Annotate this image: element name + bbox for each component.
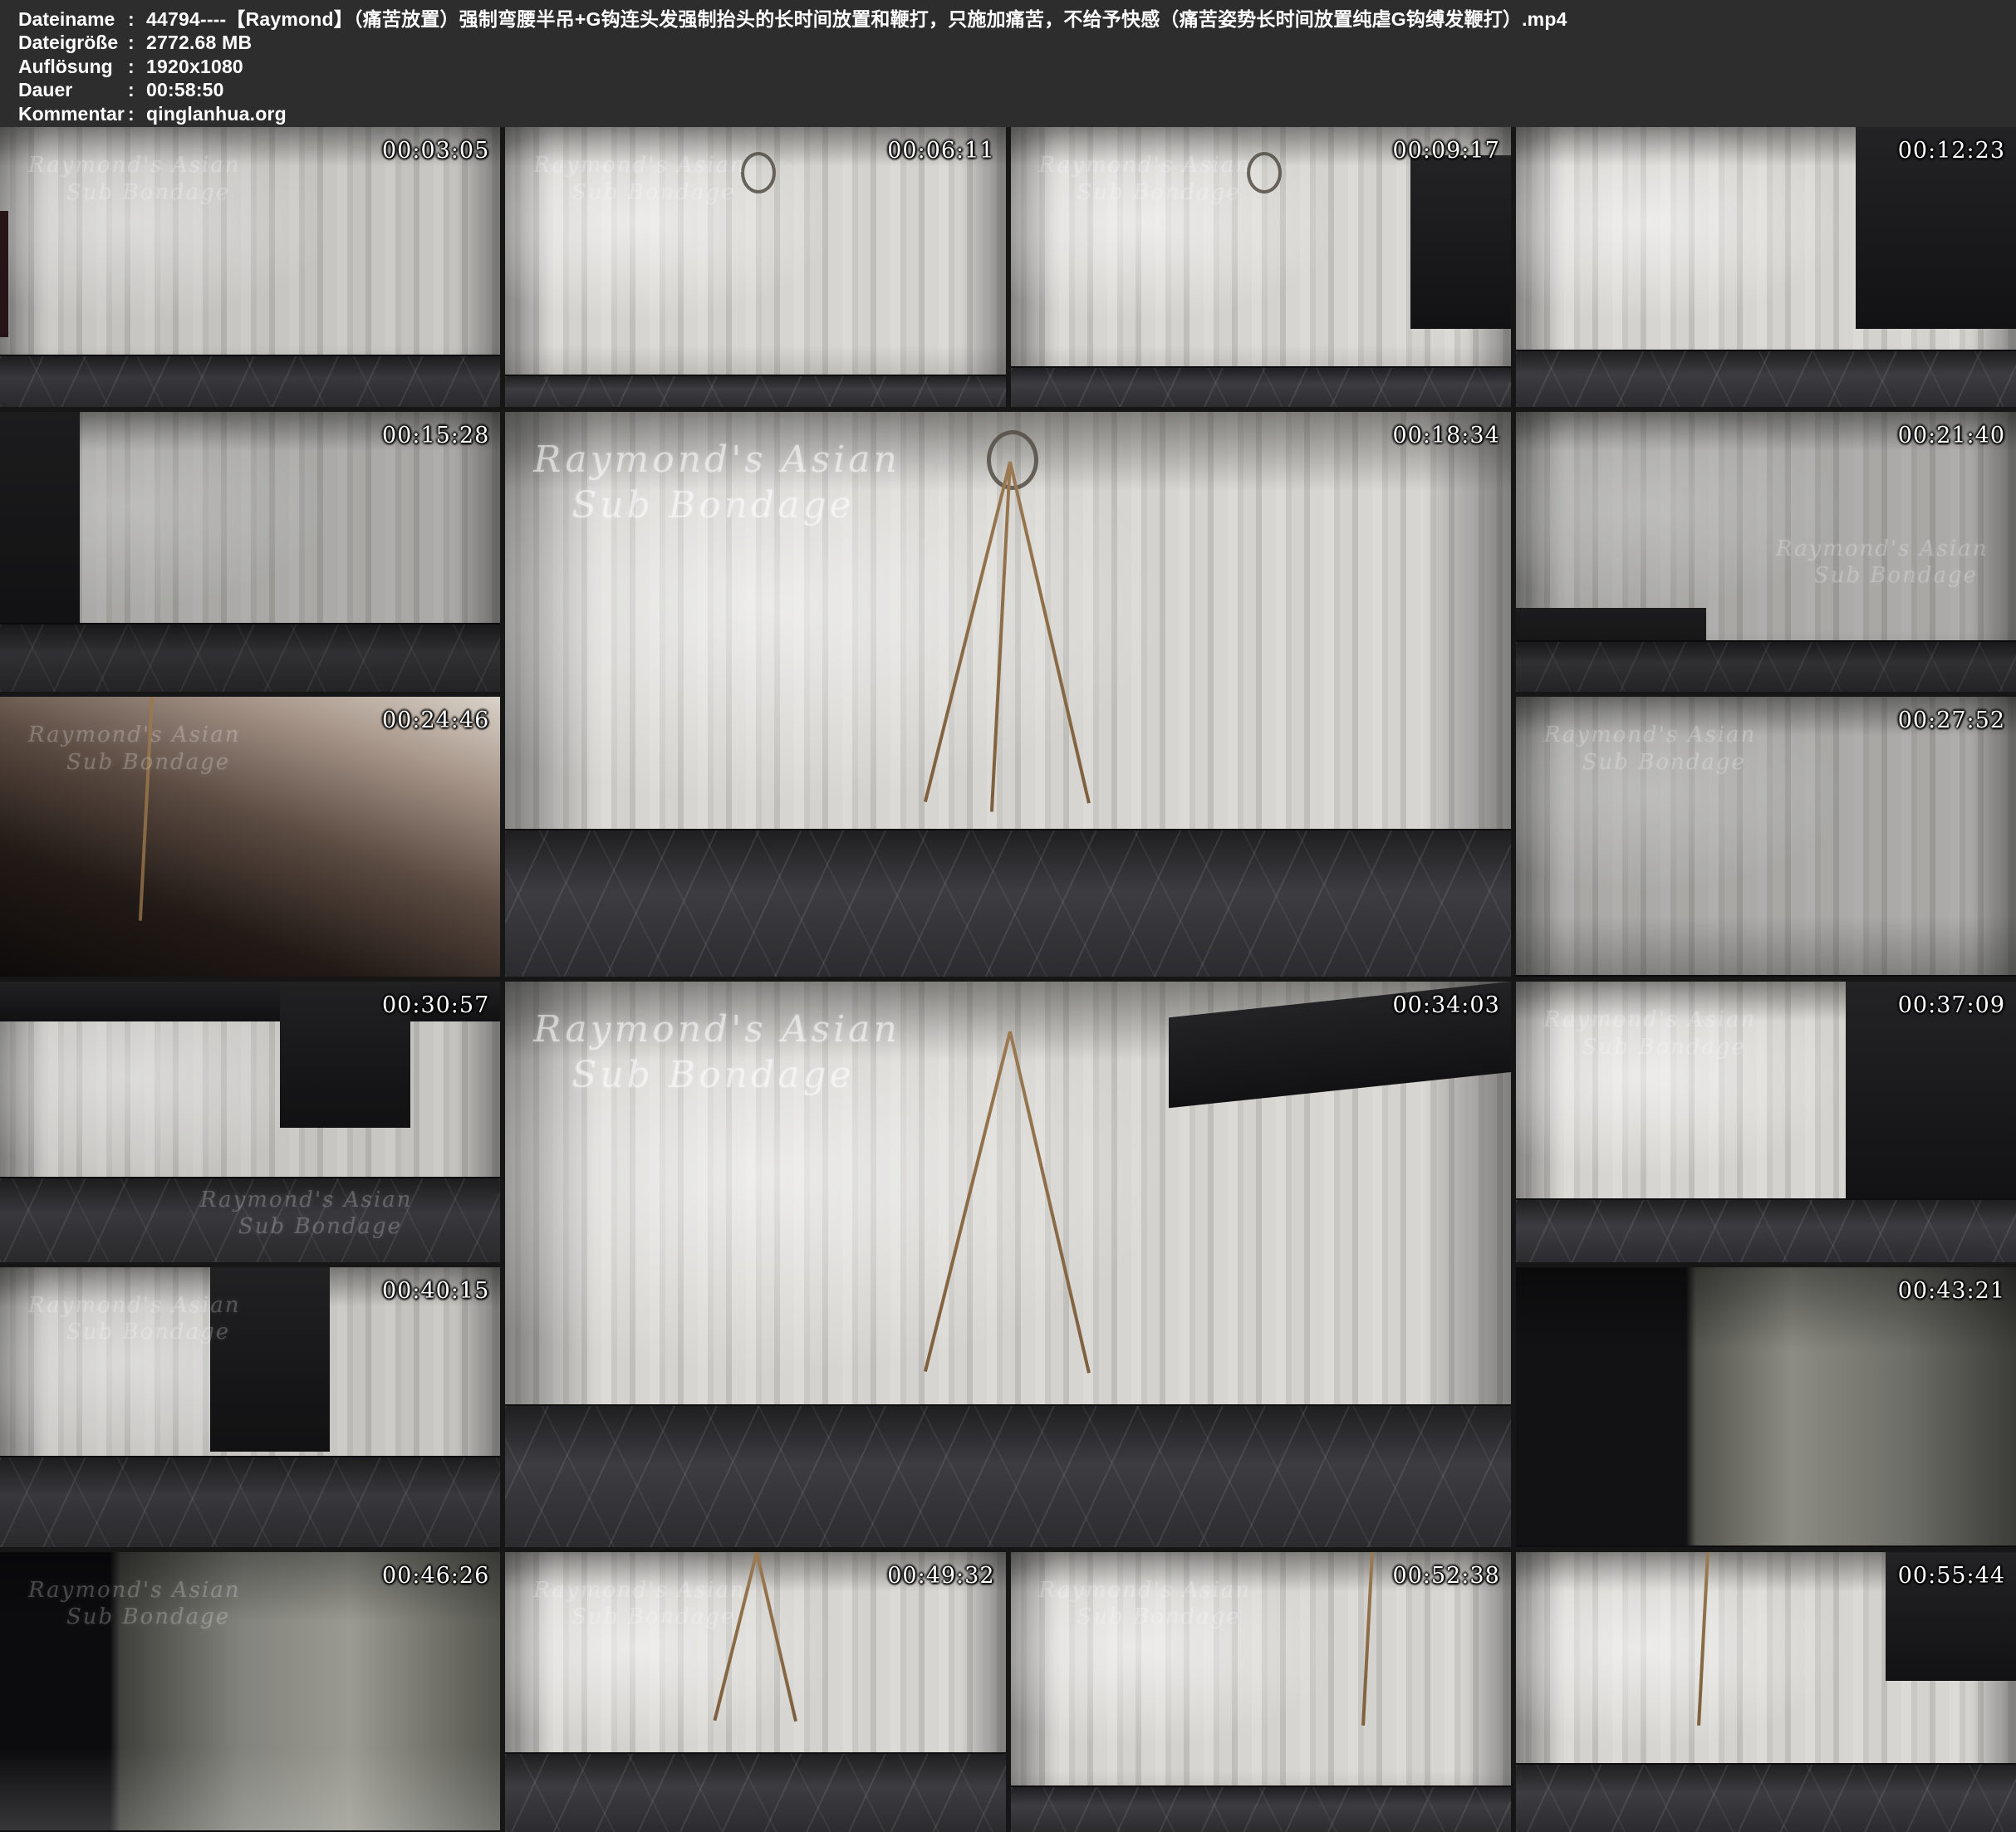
scene-placeholder: [0, 127, 500, 407]
timestamp-overlay: 00:03:05: [382, 138, 489, 164]
scene-placeholder: [0, 1552, 500, 1832]
duration-value: 00:58:50: [146, 79, 224, 100]
video-thumbnail[interactable]: Raymond's AsianSub Bondage 00:03:05: [0, 127, 500, 407]
suspension-ring-icon: [741, 152, 776, 193]
rope: [1697, 1552, 1709, 1726]
scene-placeholder: [1516, 1552, 2016, 1832]
video-thumbnail[interactable]: Raymond's AsianSub Bondage 00:52:38: [1011, 1552, 1511, 1832]
meta-row-duration: Dauer:00:58:50: [18, 78, 2016, 101]
rope: [1361, 1552, 1374, 1726]
comment-value: qinglanhua.org: [146, 103, 287, 125]
rope: [139, 697, 154, 920]
scene-placeholder: [505, 127, 1005, 407]
meta-separator: :: [128, 102, 146, 125]
scene-placeholder: [1011, 127, 1511, 407]
suspension-ring-icon: [1247, 152, 1282, 193]
timestamp-overlay: 00:49:32: [887, 1563, 994, 1589]
timestamp-overlay: 00:09:17: [1392, 138, 1499, 164]
resolution-value: 1920x1080: [146, 56, 243, 77]
furniture-silhouette: [0, 211, 8, 337]
rope: [1008, 1031, 1091, 1374]
scene-placeholder: [0, 697, 500, 977]
furniture-silhouette: [1410, 155, 1510, 329]
video-thumbnail[interactable]: 00:15:28: [0, 412, 500, 692]
meta-label: Dauer: [18, 78, 128, 101]
rope: [924, 1031, 1012, 1372]
furniture-silhouette: [1516, 608, 1706, 692]
timestamp-overlay: 00:52:38: [1392, 1563, 1499, 1589]
meta-row-filename: Dateiname:44794----【Raymond】（痛苦放置）强制弯腰半吊…: [18, 7, 2016, 31]
meta-separator: :: [128, 55, 146, 78]
video-thumbnail[interactable]: Raymond's AsianSub Bondage 00:40:15: [0, 1267, 500, 1547]
meta-separator: :: [128, 7, 146, 31]
video-thumbnail[interactable]: Raymond's AsianSub Bondage 00:21:40: [1516, 412, 2016, 692]
timestamp-overlay: 00:12:23: [1898, 138, 2005, 164]
rope: [755, 1552, 797, 1722]
scene-placeholder: [0, 412, 500, 692]
scene-placeholder: [0, 1267, 500, 1547]
timestamp-overlay: 00:34:03: [1392, 992, 1499, 1018]
timestamp-overlay: 00:06:11: [887, 138, 994, 164]
scene-placeholder: [505, 982, 1511, 1546]
timestamp-overlay: 00:46:26: [382, 1563, 489, 1589]
meta-row-filesize: Dateigröße:2772.68 MB: [18, 31, 2016, 54]
meta-separator: :: [128, 31, 146, 54]
meta-label: Kommentar: [18, 102, 128, 125]
scene-placeholder: [505, 412, 1511, 977]
filename-value: 44794----【Raymond】（痛苦放置）强制弯腰半吊+G钩连头发强制抬头…: [146, 8, 1567, 30]
scene-placeholder: [1516, 412, 2016, 692]
video-thumbnail[interactable]: Raymond's AsianSub Bondage 00:27:52: [1516, 697, 2016, 977]
timestamp-overlay: 00:27:52: [1898, 708, 2005, 733]
scene-placeholder: [1516, 982, 2016, 1261]
file-info-header: Dateiname:44794----【Raymond】（痛苦放置）强制弯腰半吊…: [0, 0, 2016, 127]
timestamp-overlay: 00:37:09: [1898, 992, 2005, 1018]
timestamp-overlay: 00:40:15: [382, 1278, 489, 1304]
timestamp-overlay: 00:24:46: [382, 708, 489, 733]
video-thumbnail[interactable]: Raymond's AsianSub Bondage 00:18:34: [505, 412, 1511, 977]
timestamp-overlay: 00:15:28: [382, 423, 489, 448]
video-thumbnail[interactable]: Raymond's AsianSub Bondage 00:24:46: [0, 697, 500, 977]
video-thumbnail[interactable]: 00:12:23: [1516, 127, 2016, 407]
thumbnail-grid: Raymond's AsianSub Bondage 00:03:05 Raym…: [0, 127, 2016, 1832]
meta-label: Dateigröße: [18, 31, 128, 54]
scene-placeholder: [1516, 697, 2016, 977]
scene-placeholder: [0, 982, 500, 1261]
video-thumbnail[interactable]: Raymond's AsianSub Bondage 00:49:32: [505, 1552, 1005, 1832]
video-thumbnail[interactable]: Raymond's AsianSub Bondage 00:30:57: [0, 982, 500, 1261]
meta-label: Auflösung: [18, 55, 128, 78]
furniture-silhouette: [0, 412, 80, 692]
scene-placeholder: [1011, 1552, 1511, 1832]
timestamp-overlay: 00:43:21: [1898, 1278, 2005, 1304]
rope: [989, 462, 1011, 811]
video-thumbnail[interactable]: Raymond's AsianSub Bondage 00:46:26: [0, 1552, 500, 1832]
timestamp-overlay: 00:18:34: [1392, 423, 1499, 448]
rope: [924, 462, 1012, 802]
meta-separator: :: [128, 78, 146, 101]
meta-label: Dateiname: [18, 7, 128, 31]
video-thumbnail[interactable]: 00:43:21: [1516, 1267, 2016, 1547]
timestamp-overlay: 00:21:40: [1898, 423, 2005, 448]
timestamp-overlay: 00:55:44: [1898, 1563, 2005, 1589]
scene-placeholder: [1516, 1267, 2016, 1547]
video-thumbnail[interactable]: Raymond's AsianSub Bondage 00:34:03: [505, 982, 1511, 1546]
video-thumbnail[interactable]: 00:55:44: [1516, 1552, 2016, 1832]
video-thumbnail[interactable]: Raymond's AsianSub Bondage 00:37:09: [1516, 982, 2016, 1261]
timestamp-overlay: 00:30:57: [382, 992, 489, 1018]
rope: [714, 1552, 758, 1721]
meta-row-comment: Kommentar:qinglanhua.org: [18, 102, 2016, 125]
furniture-silhouette: [210, 1267, 331, 1452]
rope: [1008, 462, 1091, 804]
video-thumbnail[interactable]: Raymond's AsianSub Bondage 00:06:11: [505, 127, 1005, 407]
meta-row-resolution: Auflösung:1920x1080: [18, 55, 2016, 78]
filesize-value: 2772.68 MB: [146, 32, 252, 53]
scene-placeholder: [505, 1552, 1005, 1832]
scene-placeholder: [1516, 127, 2016, 407]
video-thumbnail[interactable]: Raymond's AsianSub Bondage 00:09:17: [1011, 127, 1511, 407]
